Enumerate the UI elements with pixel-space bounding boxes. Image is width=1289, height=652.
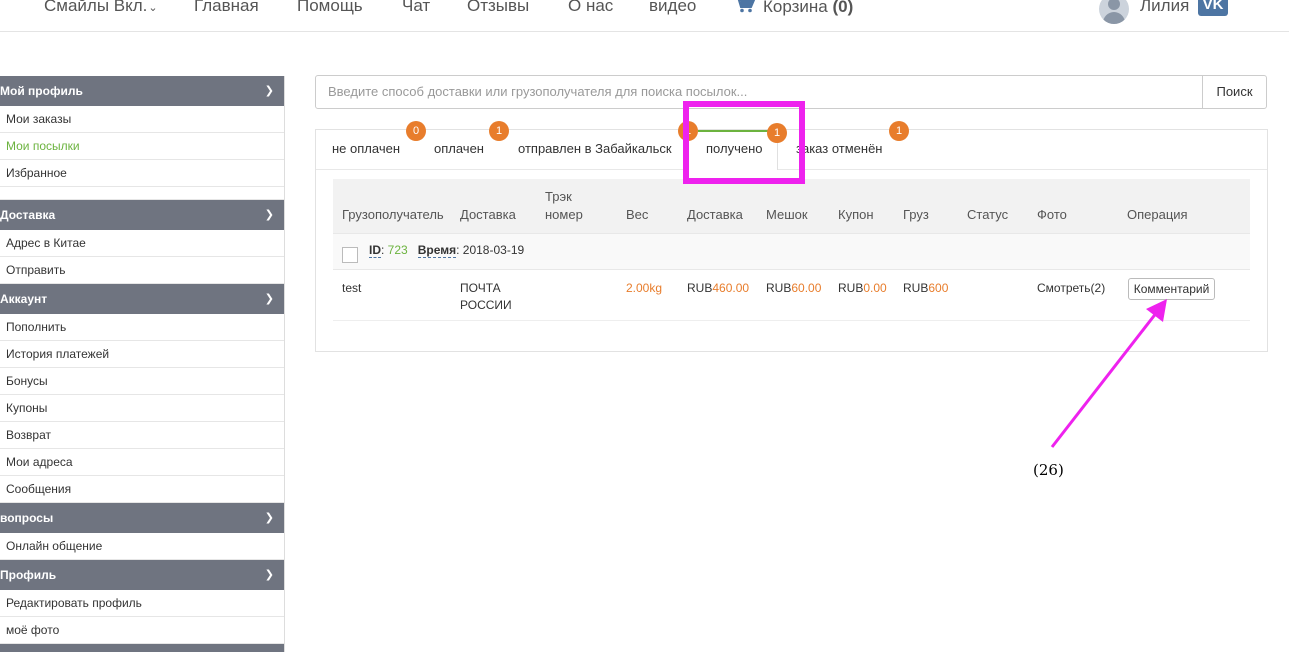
page: Смайлы Вкл.⌄ Главная Помощь Чат Отзывы О… [0, 0, 1289, 652]
annotation-arrow-icon [1050, 299, 1167, 448]
annotation-label: (26) [1033, 461, 1064, 479]
